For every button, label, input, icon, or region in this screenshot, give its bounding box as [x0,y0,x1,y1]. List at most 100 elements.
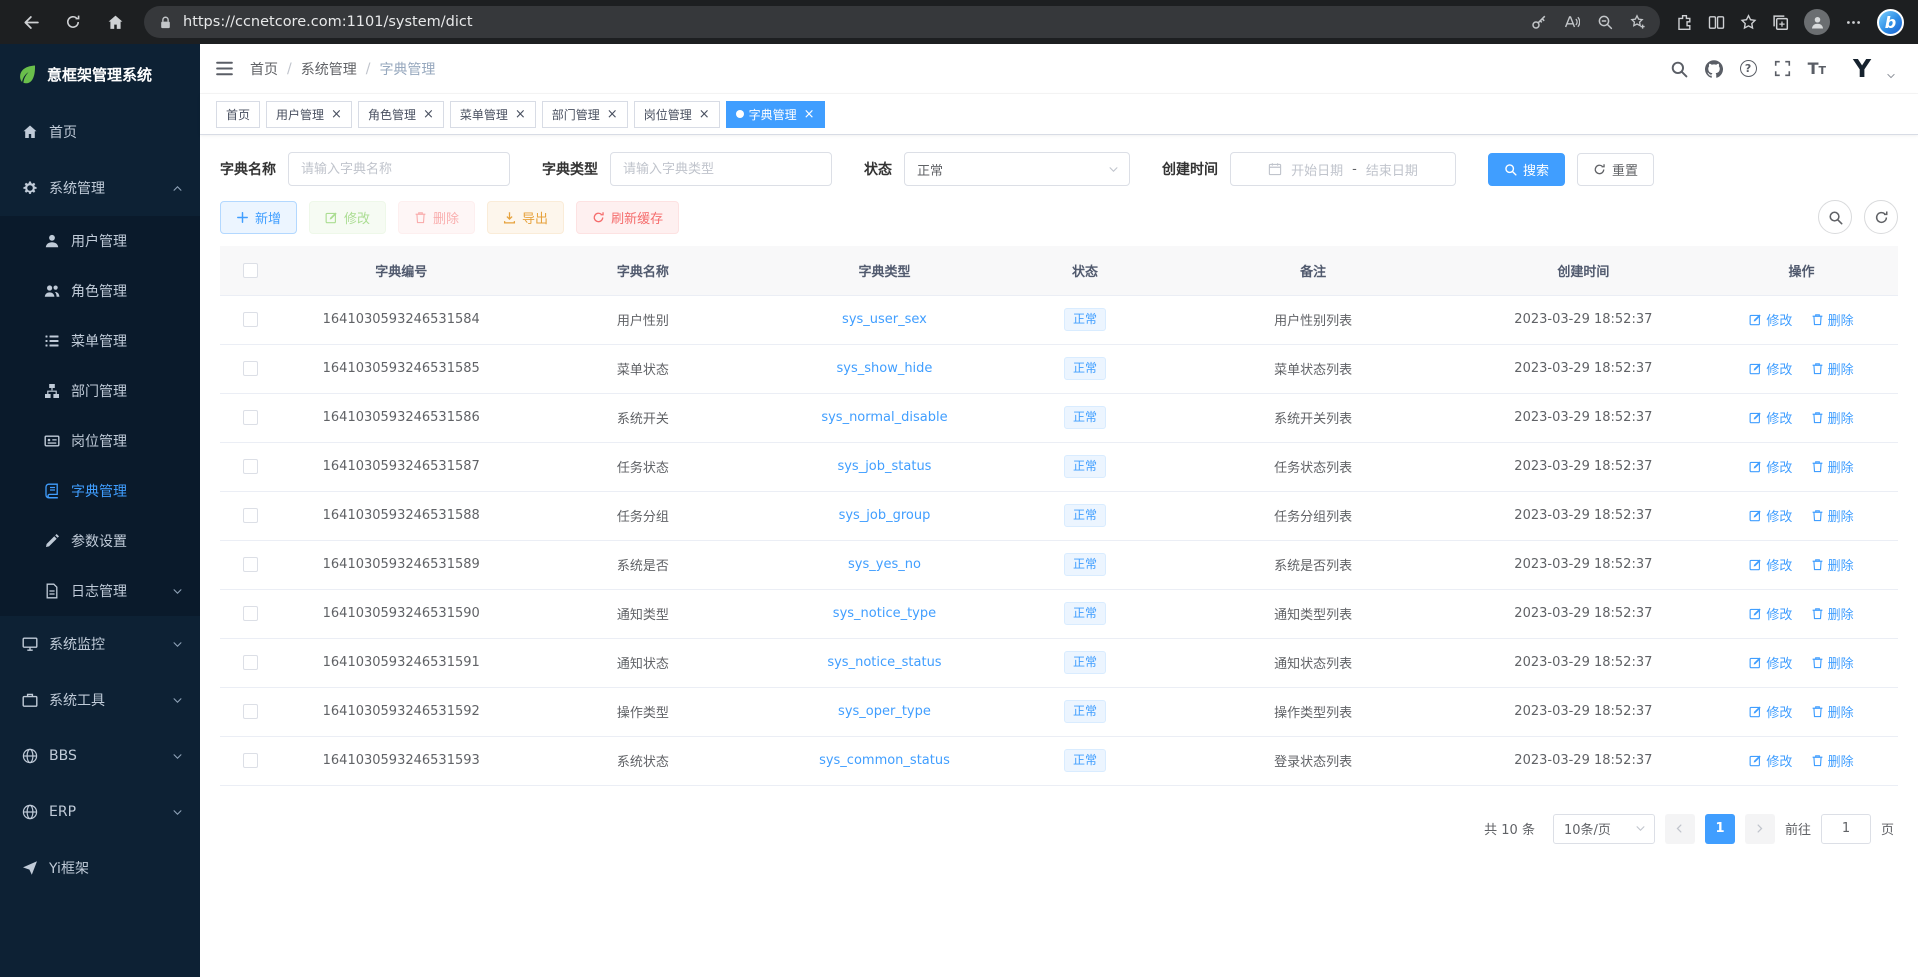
row-edit-button[interactable]: 修改 [1749,702,1792,721]
row-checkbox[interactable] [243,361,258,376]
row-checkbox[interactable] [243,655,258,670]
sidebar-item-role[interactable]: 角色管理 [0,266,200,316]
prev-page-button[interactable] [1665,814,1695,844]
tab-close-icon[interactable]: × [699,108,710,121]
row-checkbox[interactable] [243,508,258,523]
status-select[interactable]: 正常 [904,152,1130,186]
address-bar[interactable]: https://ccnetcore.com:1101/system/dict [144,6,1660,38]
dict-type-link[interactable]: sys_job_group [839,508,931,523]
row-checkbox[interactable] [243,704,258,719]
row-checkbox[interactable] [243,557,258,572]
dict-type-link[interactable]: sys_show_hide [836,361,932,376]
dict-type-input[interactable] [610,152,832,186]
goto-page-input[interactable] [1821,814,1871,844]
sidebar-item-user[interactable]: 用户管理 [0,216,200,266]
row-checkbox[interactable] [243,459,258,474]
zoom-out-icon[interactable] [1597,14,1613,30]
favorites-bar-icon[interactable] [1740,14,1757,31]
user-avatar-logo[interactable]: Y [1847,54,1877,84]
delete-button[interactable]: 删除 [398,201,475,234]
row-delete-button[interactable]: 删除 [1811,310,1854,329]
sidebar-toggle-icon[interactable] [215,59,234,78]
row-edit-button[interactable]: 修改 [1749,310,1792,329]
row-checkbox[interactable] [243,606,258,621]
github-icon[interactable] [1705,60,1723,78]
row-checkbox[interactable] [243,410,258,425]
fullscreen-icon[interactable] [1774,60,1791,77]
dict-type-link[interactable]: sys_user_sex [842,312,927,327]
dict-type-link[interactable]: sys_yes_no [848,557,921,572]
tab-close-icon[interactable]: × [331,108,342,121]
row-delete-button[interactable]: 删除 [1811,359,1854,378]
date-range-picker[interactable]: 开始日期 - 结束日期 [1230,152,1456,186]
sidebar-item-yi[interactable]: Yi框架 [0,840,200,896]
url-text[interactable]: https://ccnetcore.com:1101/system/dict [183,14,1531,30]
row-delete-button[interactable]: 删除 [1811,555,1854,574]
read-aloud-icon[interactable] [1564,14,1580,30]
collections-icon[interactable] [1772,14,1789,31]
help-icon[interactable]: ? [1740,60,1757,77]
tab-role[interactable]: 角色管理× [358,101,444,128]
sidebar-item-dept[interactable]: 部门管理 [0,366,200,416]
tab-user[interactable]: 用户管理× [266,101,352,128]
refresh-table-button[interactable] [1864,200,1898,234]
font-size-icon[interactable]: TT [1808,61,1826,77]
row-delete-button[interactable]: 删除 [1811,408,1854,427]
sidebar-item-post[interactable]: 岗位管理 [0,416,200,466]
sidebar-item-dict[interactable]: 字典管理 [0,466,200,516]
extensions-icon[interactable] [1676,14,1693,31]
tab-close-icon[interactable]: × [607,108,618,121]
sidebar-item-monitor[interactable]: 系统监控 [0,616,200,672]
search-button[interactable]: 搜索 [1488,153,1565,186]
sidebar-item-home[interactable]: 首页 [0,104,200,160]
row-delete-button[interactable]: 删除 [1811,457,1854,476]
browser-home-icon[interactable] [98,5,132,39]
tab-menu[interactable]: 菜单管理× [450,101,536,128]
dict-type-link[interactable]: sys_notice_type [833,606,936,621]
tab-post[interactable]: 岗位管理× [634,101,720,128]
tab-dept[interactable]: 部门管理× [542,101,628,128]
row-checkbox[interactable] [243,753,258,768]
next-page-button[interactable] [1745,814,1775,844]
select-all-checkbox[interactable] [243,263,258,278]
sidebar-item-system[interactable]: 系统管理 [0,160,200,216]
dict-type-link[interactable]: sys_notice_status [827,655,941,670]
lock-icon[interactable] [158,15,173,30]
dict-type-link[interactable]: sys_oper_type [838,704,931,719]
profile-avatar[interactable] [1804,9,1830,35]
row-delete-button[interactable]: 删除 [1811,653,1854,672]
refresh-cache-button[interactable]: 刷新缓存 [576,201,679,234]
row-delete-button[interactable]: 删除 [1811,751,1854,770]
tab-close-icon[interactable]: × [423,108,434,121]
row-edit-button[interactable]: 修改 [1749,751,1792,770]
add-button[interactable]: 新增 [220,201,297,234]
sidebar-item-log[interactable]: 日志管理 [0,566,200,616]
dict-type-link[interactable]: sys_normal_disable [821,410,947,425]
row-delete-button[interactable]: 删除 [1811,506,1854,525]
page-size-select[interactable]: 10条/页 [1553,814,1655,844]
copilot-bing-icon[interactable]: b [1877,9,1904,36]
back-icon[interactable] [14,5,48,39]
row-edit-button[interactable]: 修改 [1749,359,1792,378]
reload-icon[interactable] [56,5,90,39]
dict-type-link[interactable]: sys_job_status [837,459,931,474]
dict-type-link[interactable]: sys_common_status [819,753,950,768]
tab-home[interactable]: 首页 [216,101,260,128]
sidebar-item-menu[interactable]: 菜单管理 [0,316,200,366]
row-edit-button[interactable]: 修改 [1749,653,1792,672]
sidebar-item-tool[interactable]: 系统工具 [0,672,200,728]
row-edit-button[interactable]: 修改 [1749,555,1792,574]
tab-dict[interactable]: 字典管理× [726,101,825,128]
breadcrumb-home[interactable]: 首页 [250,59,278,79]
split-screen-icon[interactable] [1708,14,1725,31]
export-button[interactable]: 导出 [487,201,564,234]
toggle-search-button[interactable] [1818,200,1852,234]
sidebar-item-erp[interactable]: ERP [0,784,200,840]
current-page-button[interactable]: 1 [1705,814,1735,844]
header-search-icon[interactable] [1670,60,1688,78]
row-edit-button[interactable]: 修改 [1749,604,1792,623]
row-delete-button[interactable]: 删除 [1811,604,1854,623]
sidebar-item-bbs[interactable]: BBS [0,728,200,784]
key-icon[interactable] [1531,14,1547,30]
tab-close-icon[interactable]: × [804,108,815,121]
